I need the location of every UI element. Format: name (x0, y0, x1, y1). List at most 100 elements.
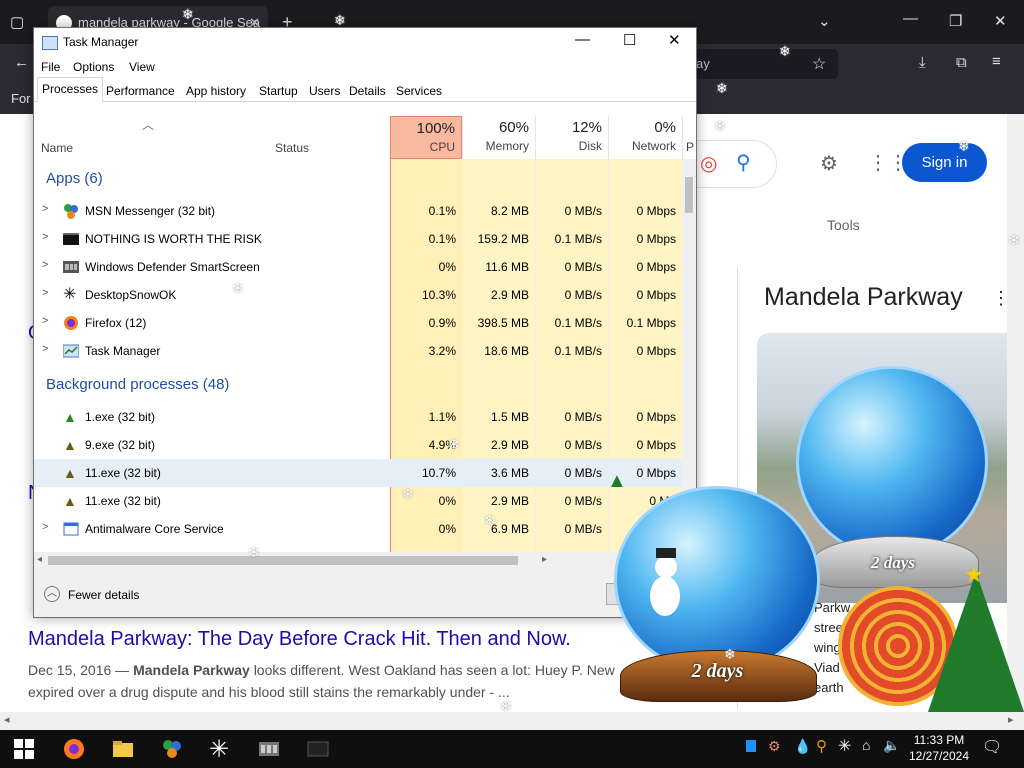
clock-time: 11:33 PM (913, 733, 965, 747)
antimalware-icon (63, 521, 79, 537)
menu-icon[interactable]: ≡ (992, 53, 1001, 70)
close-window-icon[interactable]: ✕ (994, 12, 1007, 30)
disk-value: 0 MB/s (564, 410, 602, 424)
tools-tab[interactable]: Tools (827, 217, 860, 233)
column-status[interactable]: Status (275, 141, 309, 155)
column-cpu[interactable]: 100% CPU (390, 116, 462, 159)
maximize-icon[interactable]: ☐ (623, 31, 636, 49)
minimize-icon[interactable]: — (575, 31, 590, 48)
memory-value: 11.6 MB (485, 260, 529, 274)
tray-network-icon[interactable]: ⌂ (862, 737, 870, 753)
column-network[interactable]: 0% Network (608, 116, 682, 159)
process-row-selected[interactable]: ▲ 11.exe (32 bit) 10.7% 3.6 MB 0 MB/s 0 … (34, 459, 682, 487)
back-icon[interactable]: ← (14, 54, 29, 71)
cpu-value: 0% (438, 260, 456, 274)
process-row[interactable]: ▲ 11.exe (32 bit) 0% 2.9 MB 0 MB/s 0 Mb (34, 487, 682, 515)
file-explorer-icon[interactable] (112, 738, 134, 760)
process-row[interactable]: > ✳ DesktopSnowOK 10.3% 2.9 MB 0 MB/s 0 … (34, 281, 682, 309)
column-name[interactable]: Name (41, 141, 73, 155)
search-result-title[interactable]: Mandela Parkway: The Day Before Crack Hi… (28, 628, 571, 651)
expand-chevron-icon[interactable]: > (42, 287, 48, 299)
expand-chevron-icon[interactable]: > (42, 343, 48, 355)
column-power[interactable]: P (682, 116, 696, 159)
extensions-icon[interactable]: ⧉ (956, 54, 967, 71)
tray-network-monitor-icon[interactable]: ⚙ (768, 738, 781, 755)
process-name: Windows Defender SmartScreen (85, 260, 260, 274)
task-manager-footer: ︿ Fewer details (34, 569, 696, 617)
maximize-icon[interactable]: ❐ (949, 12, 962, 30)
column-disk[interactable]: 12% Disk (535, 116, 608, 159)
tray-drop-icon[interactable]: 💧 (794, 738, 811, 755)
expand-chevron-icon[interactable]: > (42, 231, 48, 243)
black-window-icon[interactable] (307, 738, 329, 760)
list-tabs-icon[interactable]: ⌄ (818, 12, 831, 30)
tray-volume-icon[interactable]: 🔈 (883, 737, 900, 754)
process-row[interactable]: > Windows Defender SmartScreen 0% 11.6 M… (34, 253, 682, 281)
process-row[interactable]: > NOTHING IS WORTH THE RISK 0.1% 159.2 M… (34, 225, 682, 253)
memory-value: 1.5 MB (490, 410, 529, 424)
msn-icon[interactable] (161, 738, 183, 760)
expand-chevron-icon[interactable]: > (42, 315, 48, 327)
firefox-icon[interactable] (63, 738, 85, 760)
tab-app-history[interactable]: App history (181, 79, 251, 101)
expand-chevron-icon[interactable]: > (42, 259, 48, 271)
notifications-icon[interactable]: 🗨 (982, 737, 1002, 757)
process-row[interactable]: ▲ 1.exe (32 bit) 1.1% 1.5 MB 0 MB/s 0 Mb… (34, 403, 682, 431)
chevron-up-icon[interactable]: ︿ (44, 586, 60, 602)
column-memory[interactable]: 60% Memory (462, 116, 535, 159)
tab-overview-icon[interactable]: ▢ (10, 13, 24, 31)
url-bar[interactable]: ay ☆ (690, 49, 838, 79)
expand-chevron-icon[interactable]: > (42, 203, 48, 215)
expand-chevron-icon[interactable]: > (42, 521, 48, 533)
tab-performance[interactable]: Performance (101, 79, 180, 101)
cpu-value: 0% (438, 494, 456, 508)
task-manager-window: Task Manager — ☐ ✕ File Options View Pro… (33, 27, 697, 618)
windows-start-icon[interactable] (14, 739, 34, 759)
scroll-right-icon[interactable]: ▸ (1008, 713, 1014, 726)
disk-label: Disk (578, 139, 602, 153)
menu-file[interactable]: File (41, 60, 60, 74)
scroll-right-icon[interactable]: ▸ (542, 554, 547, 565)
taskbar-clock[interactable]: 11:33 PM 12/27/2024 (905, 732, 973, 764)
bookmark-item[interactable]: For (11, 91, 31, 106)
tab-processes[interactable]: Processes (37, 77, 104, 102)
close-icon[interactable]: ✕ (668, 31, 681, 49)
process-row[interactable]: > Firefox (12) 0.9% 398.5 MB 0.1 MB/s 0.… (34, 309, 682, 337)
tab-details[interactable]: Details (344, 79, 391, 101)
process-name: DesktopSnowOK (85, 288, 177, 302)
smartscreen-icon[interactable] (258, 738, 280, 760)
scroll-left-icon[interactable]: ◂ (4, 713, 10, 726)
disk-total: 12% (571, 119, 602, 136)
lens-icon[interactable]: ◎ (700, 151, 717, 176)
bookmark-star-icon[interactable]: ☆ (812, 54, 826, 74)
more-options-icon[interactable]: ⋮ (992, 288, 1010, 309)
menu-view[interactable]: View (129, 60, 155, 74)
page-horizontal-scrollbar[interactable]: ◂ ▸ (0, 712, 1024, 730)
tray-icon[interactable] (746, 740, 756, 752)
sign-in-button[interactable]: Sign in (902, 143, 987, 182)
msn-icon (63, 203, 79, 219)
task-manager-titlebar[interactable]: Task Manager — ☐ ✕ (34, 28, 696, 58)
process-row[interactable]: > Antimalware Core Service 0% 6.9 MB 0 M… (34, 515, 682, 543)
process-name: Antimalware Core Service (85, 522, 224, 536)
tab-users[interactable]: Users (304, 79, 345, 101)
tab-startup[interactable]: Startup (254, 79, 303, 101)
cpu-value: 0.1% (428, 204, 456, 218)
scroll-left-icon[interactable]: ◂ (37, 554, 42, 565)
process-row[interactable]: > Task Manager 3.2% 18.6 MB 0.1 MB/s 0 M… (34, 337, 682, 365)
minimize-icon[interactable]: — (903, 10, 918, 27)
list-horizontal-scrollbar[interactable]: ◂ ▸ (34, 552, 696, 569)
snowflake-icon[interactable]: ✳ (209, 735, 229, 764)
menu-options[interactable]: Options (73, 60, 114, 74)
process-row[interactable]: ▲ 9.exe (32 bit) 4.9% 2.9 MB 0 MB/s 0 Mb… (34, 431, 682, 459)
downloads-icon[interactable]: ⤓ (919, 54, 926, 71)
search-icon[interactable]: ⚲ (736, 150, 751, 175)
settings-gear-icon[interactable]: ⚙ (820, 151, 838, 176)
fewer-details-link[interactable]: Fewer details (68, 588, 139, 602)
tray-search-icon[interactable]: ⚲ (816, 737, 827, 755)
scrollbar-thumb[interactable] (685, 177, 693, 213)
process-row[interactable]: > MSN Messenger (32 bit) 0.1% 8.2 MB 0 M… (34, 197, 682, 225)
scrollbar-thumb[interactable] (48, 556, 518, 565)
tab-services[interactable]: Services (391, 79, 447, 101)
tray-snowflake-icon[interactable]: ✳ (838, 736, 851, 756)
